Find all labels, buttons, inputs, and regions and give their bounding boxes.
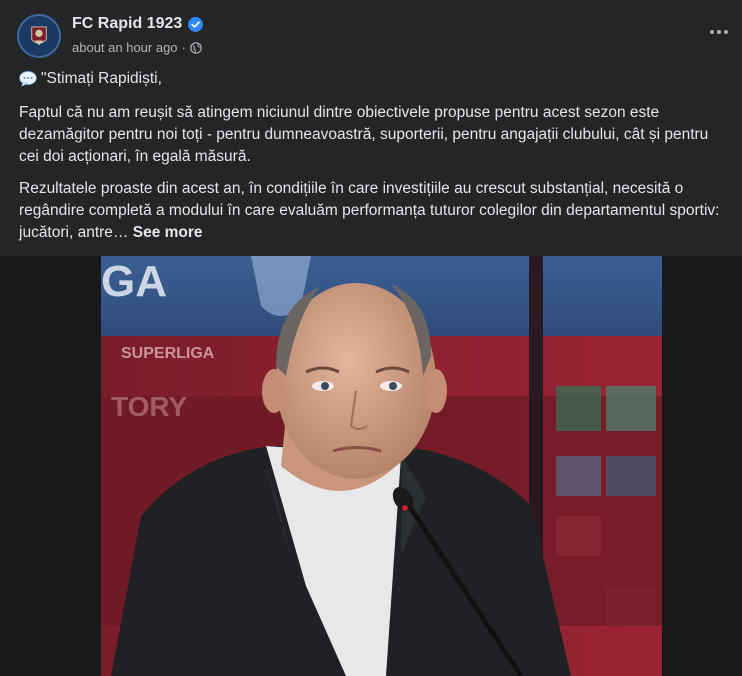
more-options-button[interactable]	[706, 22, 732, 42]
post-greeting-line: "Stimați Rapidiști,	[19, 68, 731, 90]
more-options-dot	[724, 30, 728, 34]
post-meta: about an hour ago ·	[72, 40, 202, 55]
banner-text-superliga: SUPERLIGA	[121, 345, 215, 362]
page-name-text[interactable]: FC Rapid 1923	[72, 15, 182, 33]
banner-text-ga: GA	[101, 257, 167, 306]
verified-badge-icon	[188, 16, 204, 32]
greeting-text: "Stimați Rapidiști,	[41, 70, 162, 87]
banner-text-tory: TORY	[111, 391, 188, 422]
post-photo[interactable]: GA SUPERLIGA TORY	[101, 256, 662, 676]
speech-bubble-icon	[19, 71, 37, 87]
page-name[interactable]: FC Rapid 1923	[72, 15, 204, 33]
meta-separator: ·	[181, 40, 186, 55]
more-options-dot	[717, 30, 721, 34]
post-header: FC Rapid 1923 about an hour ago ·	[0, 0, 742, 70]
post-text: "Stimați Rapidiști, Faptul că nu am reuș…	[19, 68, 731, 254]
page-avatar[interactable]	[17, 14, 61, 58]
see-more-link[interactable]: See more	[133, 224, 203, 241]
paragraph-2-text: Rezultatele proaste din acest an, în con…	[19, 180, 720, 241]
post-paragraph-2: Rezultatele proaste din acest an, în con…	[19, 178, 731, 244]
post-timestamp[interactable]: about an hour ago	[72, 40, 178, 55]
post-paragraph-1: Faptul că nu am reușit să atingem niciun…	[19, 104, 709, 165]
more-options-icon	[710, 30, 714, 34]
post-photo-container: GA SUPERLIGA TORY	[0, 256, 742, 676]
globe-icon[interactable]	[190, 41, 202, 54]
